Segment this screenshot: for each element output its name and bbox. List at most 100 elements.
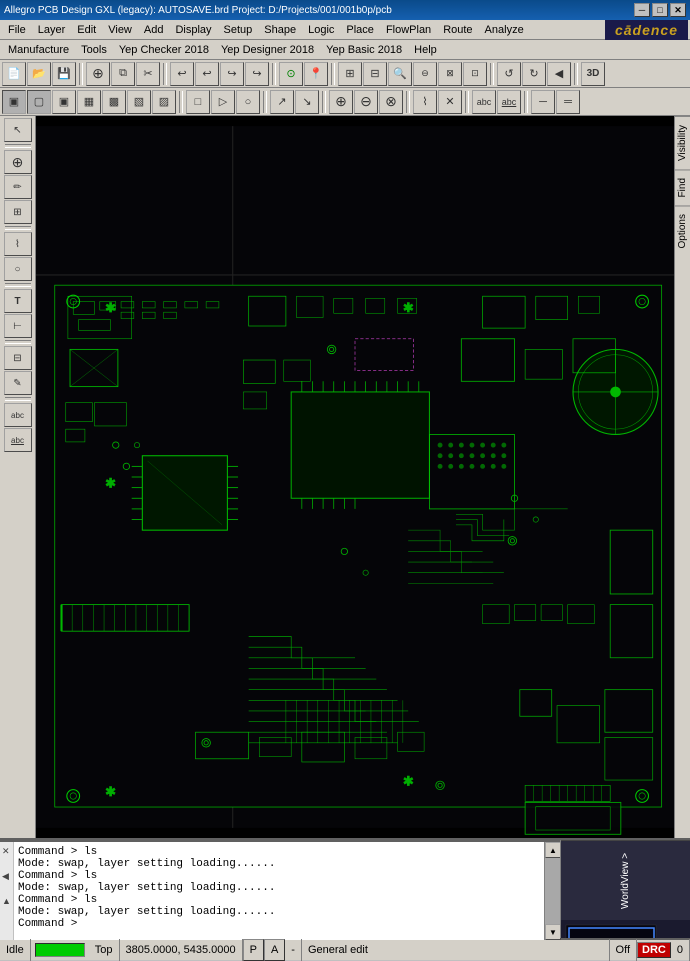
tb-route-icon[interactable]: ⌇ <box>413 90 437 114</box>
tb-3d[interactable]: 3D <box>581 62 605 86</box>
tb-sep-1 <box>79 63 83 85</box>
menu-display[interactable]: Display <box>169 22 217 38</box>
tb-undo1[interactable]: ↩ <box>170 62 194 86</box>
tb-delete[interactable]: ✕ <box>438 90 462 114</box>
tb-sel2[interactable]: ▢ <box>27 90 51 114</box>
tb-box1[interactable]: □ <box>186 90 210 114</box>
lt-select[interactable]: ↖ <box>4 118 32 142</box>
status-coords: 3805.0000, 5435.0000 <box>120 939 243 961</box>
close-button[interactable]: ✕ <box>670 3 686 17</box>
menu-tools[interactable]: Tools <box>75 42 113 58</box>
tb-cut[interactable]: ✂ <box>136 62 160 86</box>
menu-view[interactable]: View <box>102 22 138 38</box>
lt-abc2[interactable]: abc <box>4 428 32 452</box>
menu-yep-basic[interactable]: Yep Basic 2018 <box>320 42 408 58</box>
tb-line2[interactable]: ═ <box>556 90 580 114</box>
status-a[interactable]: A <box>264 939 285 961</box>
lt-abc1[interactable]: abc <box>4 403 32 427</box>
tb-zoom-out[interactable]: ⊖ <box>413 62 437 86</box>
scroll-track[interactable] <box>545 858 560 924</box>
tb-zoom-fit[interactable]: ⊠ <box>438 62 462 86</box>
lt-text[interactable]: T <box>4 289 32 313</box>
lt-place[interactable]: ⊞ <box>4 200 32 224</box>
menu-shape[interactable]: Shape <box>258 22 302 38</box>
tb-sel5[interactable]: ▩ <box>102 90 126 114</box>
status-mode: General edit <box>302 939 610 961</box>
tb-undo2[interactable]: ↩ <box>195 62 219 86</box>
tb-arr1[interactable]: ↗ <box>270 90 294 114</box>
lt-draw[interactable]: ✏ <box>4 175 32 199</box>
tb-sel1[interactable]: ▣ <box>2 90 26 114</box>
tab-options[interactable]: Options <box>675 205 690 256</box>
lt-route[interactable]: ⌇ <box>4 232 32 256</box>
tab-find[interactable]: Find <box>675 169 690 205</box>
lt-add[interactable]: ⊕ <box>4 150 32 174</box>
tb-plus[interactable]: ⊕ <box>329 90 353 114</box>
menu-manufacture[interactable]: Manufacture <box>2 42 75 58</box>
tb-abc2[interactable]: abc <box>497 90 521 114</box>
tb-pin[interactable]: 📍 <box>304 62 328 86</box>
svg-text:✱: ✱ <box>403 301 414 316</box>
menu-layer[interactable]: Layer <box>32 22 72 38</box>
tb-arrow1[interactable]: ▷ <box>211 90 235 114</box>
tb-grid-off[interactable]: ⊟ <box>363 62 387 86</box>
tb-abc1[interactable]: abc <box>472 90 496 114</box>
tb-arr2[interactable]: ↘ <box>295 90 319 114</box>
tb-open[interactable]: 📂 <box>27 62 51 86</box>
tb-save[interactable]: 💾 <box>52 62 76 86</box>
tab-visibility[interactable]: Visibility <box>675 116 690 169</box>
tb-zoom-area[interactable]: ⊡ <box>463 62 487 86</box>
worldview-canvas <box>561 920 690 938</box>
menu-logic[interactable]: Logic <box>302 22 340 38</box>
menu-place[interactable]: Place <box>340 22 380 38</box>
status-idle: Idle <box>0 939 31 961</box>
tb-copy[interactable]: ⧉ <box>111 62 135 86</box>
tb-sel4[interactable]: ▦ <box>77 90 101 114</box>
tb-minus[interactable]: ⊖ <box>354 90 378 114</box>
menu-help[interactable]: Help <box>408 42 443 58</box>
tb-circle[interactable]: ○ <box>236 90 260 114</box>
tb-zoom-in[interactable]: 🔍 <box>388 62 412 86</box>
minimize-button[interactable]: ─ <box>634 3 650 17</box>
menu-add[interactable]: Add <box>138 22 170 38</box>
tb-sel3[interactable]: ▣ <box>52 90 76 114</box>
tb-cross[interactable]: ⊗ <box>379 90 403 114</box>
svg-text:✱: ✱ <box>105 477 116 492</box>
pcb-canvas-area[interactable]: ✱ ✱ ✱ ✱ ✱ ✱ ✱ ✱ <box>36 116 674 838</box>
maximize-button[interactable]: □ <box>652 3 668 17</box>
menu-yep-checker[interactable]: Yep Checker 2018 <box>113 42 215 58</box>
tb-redo2[interactable]: ↪ <box>245 62 269 86</box>
menu-route[interactable]: Route <box>437 22 478 38</box>
scroll-down-button[interactable]: ▼ <box>545 924 561 940</box>
worldview-panel: WorldView > <box>560 840 690 938</box>
marker-up: ▲ <box>2 896 11 906</box>
menu-edit[interactable]: Edit <box>71 22 102 38</box>
tb-new[interactable]: 📄 <box>2 62 26 86</box>
menu-file[interactable]: File <box>2 22 32 38</box>
lt-measure[interactable]: ⊢ <box>4 314 32 338</box>
lt-via[interactable]: ○ <box>4 257 32 281</box>
status-drc[interactable]: DRC <box>637 942 671 958</box>
tb-sel6[interactable]: ▧ <box>127 90 151 114</box>
console-scrollbar[interactable]: ▲ ▼ <box>544 842 560 940</box>
tb-snap[interactable]: ⊕ <box>86 62 110 86</box>
tb-back[interactable]: ◀ <box>547 62 571 86</box>
tb-find[interactable]: ⊙ <box>279 62 303 86</box>
menu-flowplan[interactable]: FlowPlan <box>380 22 437 38</box>
left-toolbar: ↖ ⊕ ✏ ⊞ ⌇ ○ T ⊢ ⊟ ✎ abc abc <box>0 116 36 838</box>
status-dash: - <box>285 939 302 961</box>
scroll-up-button[interactable]: ▲ <box>545 842 561 858</box>
tb-redo1[interactable]: ↪ <box>220 62 244 86</box>
lt-group[interactable]: ⊟ <box>4 346 32 370</box>
menu-yep-designer[interactable]: Yep Designer 2018 <box>215 42 320 58</box>
svg-text:✱: ✱ <box>403 774 414 789</box>
menu-analyze[interactable]: Analyze <box>479 22 530 38</box>
tb-line1[interactable]: ─ <box>531 90 555 114</box>
tb-refresh1[interactable]: ↺ <box>497 62 521 86</box>
tb-refresh2[interactable]: ↻ <box>522 62 546 86</box>
lt-edit[interactable]: ✎ <box>4 371 32 395</box>
menu-setup[interactable]: Setup <box>218 22 259 38</box>
tb-sel7[interactable]: ▨ <box>152 90 176 114</box>
tb-grid-on[interactable]: ⊞ <box>338 62 362 86</box>
status-p[interactable]: P <box>243 939 264 961</box>
